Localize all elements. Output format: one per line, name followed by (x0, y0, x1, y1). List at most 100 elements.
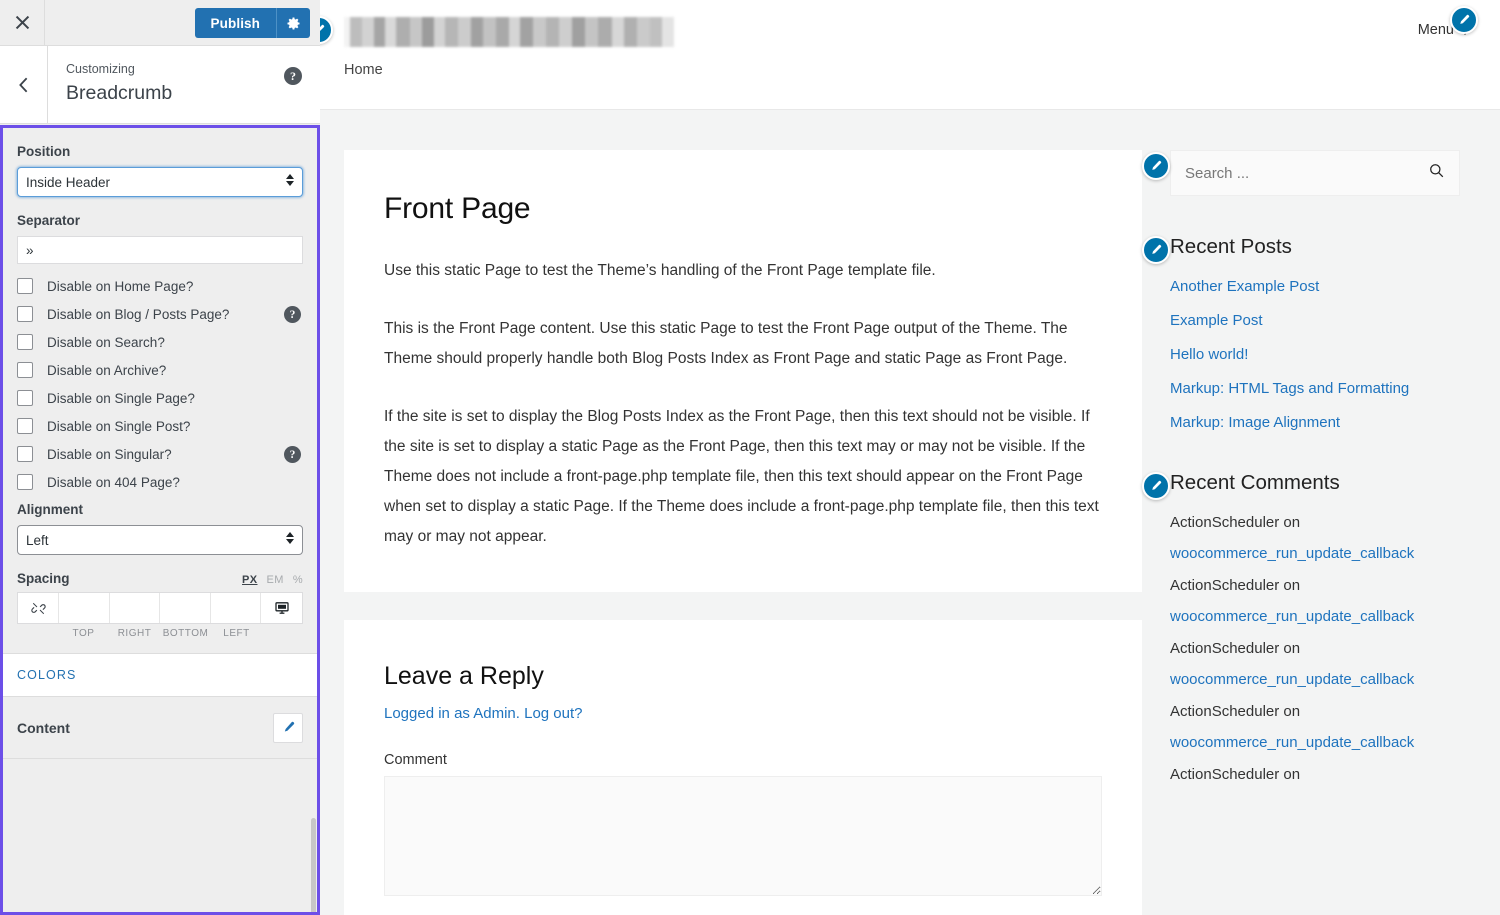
page-title: Front Page (384, 192, 531, 225)
spacing-header: Spacing PX EM% (17, 571, 303, 586)
comment-author: ActionScheduler on (1170, 703, 1301, 720)
checkbox-2[interactable] (17, 334, 33, 350)
log-out-link[interactable]: Log out? (524, 705, 582, 722)
comment-target-link[interactable]: woocommerce_run_update_callback (1170, 734, 1414, 751)
spacing-left-label: LEFT (223, 628, 250, 639)
close-icon[interactable] (0, 0, 45, 45)
customizer-titles: Customizing Breadcrumb (48, 46, 320, 123)
settings-body: Position Inside Header Separator Disable… (3, 128, 317, 639)
pencil-icon[interactable] (273, 712, 303, 743)
disable-checkbox-row[interactable]: Disable on Single Page? (17, 390, 303, 406)
checkbox-6[interactable] (17, 446, 33, 462)
list-item: Another Example Post (1170, 278, 1460, 296)
customizing-label: Customizing (66, 62, 135, 76)
disable-checkbox-row[interactable]: Disable on Home Page? (17, 278, 303, 294)
separator-label: Separator (17, 213, 81, 228)
recent-comments-list: ActionScheduler on woocommerce_run_update… (1170, 514, 1460, 783)
comment-author: ActionScheduler on (1170, 577, 1301, 594)
disable-checkbox-row[interactable]: Disable on Blog / Posts Page?? (17, 306, 303, 323)
checkbox-3[interactable] (17, 362, 33, 378)
disable-checkbox-row[interactable]: Disable on 404 Page? (17, 474, 303, 490)
comment-author: ActionScheduler on (1170, 514, 1301, 531)
spacing-left-cell[interactable] (210, 593, 261, 623)
back-button[interactable] (0, 46, 48, 123)
checkbox-0[interactable] (17, 278, 33, 294)
colors-accordion-label: COLORS (17, 668, 77, 682)
help-icon[interactable]: ? (284, 446, 301, 463)
breadcrumb-settings-section: Position Inside Header Separator Disable… (0, 125, 320, 915)
list-item: ActionScheduler on woocommerce_run_update… (1170, 514, 1460, 563)
list-item: ActionScheduler on (1170, 766, 1460, 783)
list-item: ActionScheduler on woocommerce_run_update… (1170, 703, 1460, 752)
checkbox-1[interactable] (17, 306, 33, 322)
page-paragraph: If the site is set to display the Blog P… (384, 408, 1099, 545)
site-title-obscured (344, 17, 674, 47)
customizer-topbar: Publish (0, 0, 320, 46)
checkbox-label: Disable on Search? (47, 334, 165, 350)
spacing-right-label: RIGHT (117, 628, 152, 639)
comment-target-link[interactable]: woocommerce_run_update_callback (1170, 608, 1414, 625)
help-icon[interactable]: ? (284, 67, 302, 85)
recent-post-link[interactable]: Example Post (1170, 312, 1263, 329)
search-box[interactable] (1170, 150, 1460, 196)
content-section-row[interactable]: Content (3, 697, 317, 759)
spacing-bottom-input[interactable] (160, 593, 210, 623)
checkbox-label: Disable on Archive? (47, 362, 167, 378)
page-paragraph: Use this static Page to test the Theme’s… (384, 262, 936, 279)
spacing-right-input[interactable] (109, 593, 159, 623)
spacing-unit-pct[interactable]: % (293, 574, 303, 586)
menu-label: Menu (1417, 22, 1454, 38)
search-input[interactable] (1185, 164, 1428, 182)
disable-checkbox-row[interactable]: Disable on Singular?? (17, 446, 303, 463)
list-item: ActionScheduler on woocommerce_run_update… (1170, 577, 1460, 626)
spacing-bottom-cell[interactable] (160, 593, 211, 623)
disable-checkbox-row[interactable]: Disable on Archive? (17, 362, 303, 378)
separator-input[interactable] (17, 236, 303, 264)
pencil-icon[interactable] (1142, 236, 1170, 264)
pencil-icon[interactable] (320, 16, 333, 44)
checkbox-7[interactable] (17, 474, 33, 490)
spacing-top-input[interactable] (59, 593, 109, 623)
customizer-scrollbar[interactable] (311, 818, 316, 912)
page-paragraph: This is the Front Page content. Use this… (384, 320, 1068, 367)
comment-target-link[interactable]: woocommerce_run_update_callback (1170, 671, 1414, 688)
spacing-bottom-label: BOTTOM (162, 628, 209, 639)
help-icon[interactable]: ? (284, 306, 301, 323)
recent-post-link[interactable]: Markup: HTML Tags and Formatting (1170, 380, 1409, 397)
checkbox-4[interactable] (17, 390, 33, 406)
disable-checkbox-row[interactable]: Disable on Search? (17, 334, 303, 350)
colors-accordion[interactable]: COLORS (3, 653, 317, 697)
spacing-right-cell[interactable] (109, 593, 160, 623)
recent-comments-title: Recent Comments (1170, 471, 1340, 494)
checkbox-5[interactable] (17, 418, 33, 434)
alignment-select-wrap: Left (17, 525, 303, 555)
spacing-unit-em[interactable]: EM (267, 574, 284, 586)
recent-post-link[interactable]: Another Example Post (1170, 278, 1319, 295)
preview-sidebar: Recent Posts Another Example Post Example… (1142, 150, 1460, 915)
position-select[interactable]: Inside Header (17, 167, 303, 197)
spacing-unit-px[interactable]: PX (242, 574, 257, 586)
pencil-icon[interactable] (1142, 472, 1170, 500)
position-select-wrap: Inside Header (17, 167, 303, 197)
customizer-panel: Publish Customizing Breadcrumb ? Positio… (0, 0, 320, 915)
spacing-top-cell[interactable] (59, 593, 110, 623)
desktop-icon[interactable] (261, 593, 302, 623)
position-label: Position (17, 144, 71, 159)
recent-post-link[interactable]: Hello world! (1170, 346, 1248, 363)
spacing-left-input[interactable] (210, 593, 260, 623)
breadcrumb[interactable]: Home (344, 62, 383, 78)
publish-group: Publish (194, 8, 310, 38)
comment-textarea[interactable] (384, 776, 1102, 896)
pencil-icon[interactable] (1450, 6, 1478, 34)
publish-button[interactable]: Publish (194, 8, 276, 38)
list-item: Markup: Image Alignment (1170, 414, 1460, 432)
alignment-select[interactable]: Left (17, 525, 303, 555)
disable-checkbox-row[interactable]: Disable on Single Post? (17, 418, 303, 434)
link-broken-icon[interactable] (18, 593, 59, 623)
search-icon[interactable] (1428, 162, 1445, 184)
gear-icon[interactable] (276, 8, 310, 38)
comment-target-link[interactable]: woocommerce_run_update_callback (1170, 545, 1414, 562)
recent-post-link[interactable]: Markup: Image Alignment (1170, 414, 1340, 431)
pencil-icon[interactable] (1142, 152, 1170, 180)
list-item: Hello world! (1170, 346, 1460, 364)
